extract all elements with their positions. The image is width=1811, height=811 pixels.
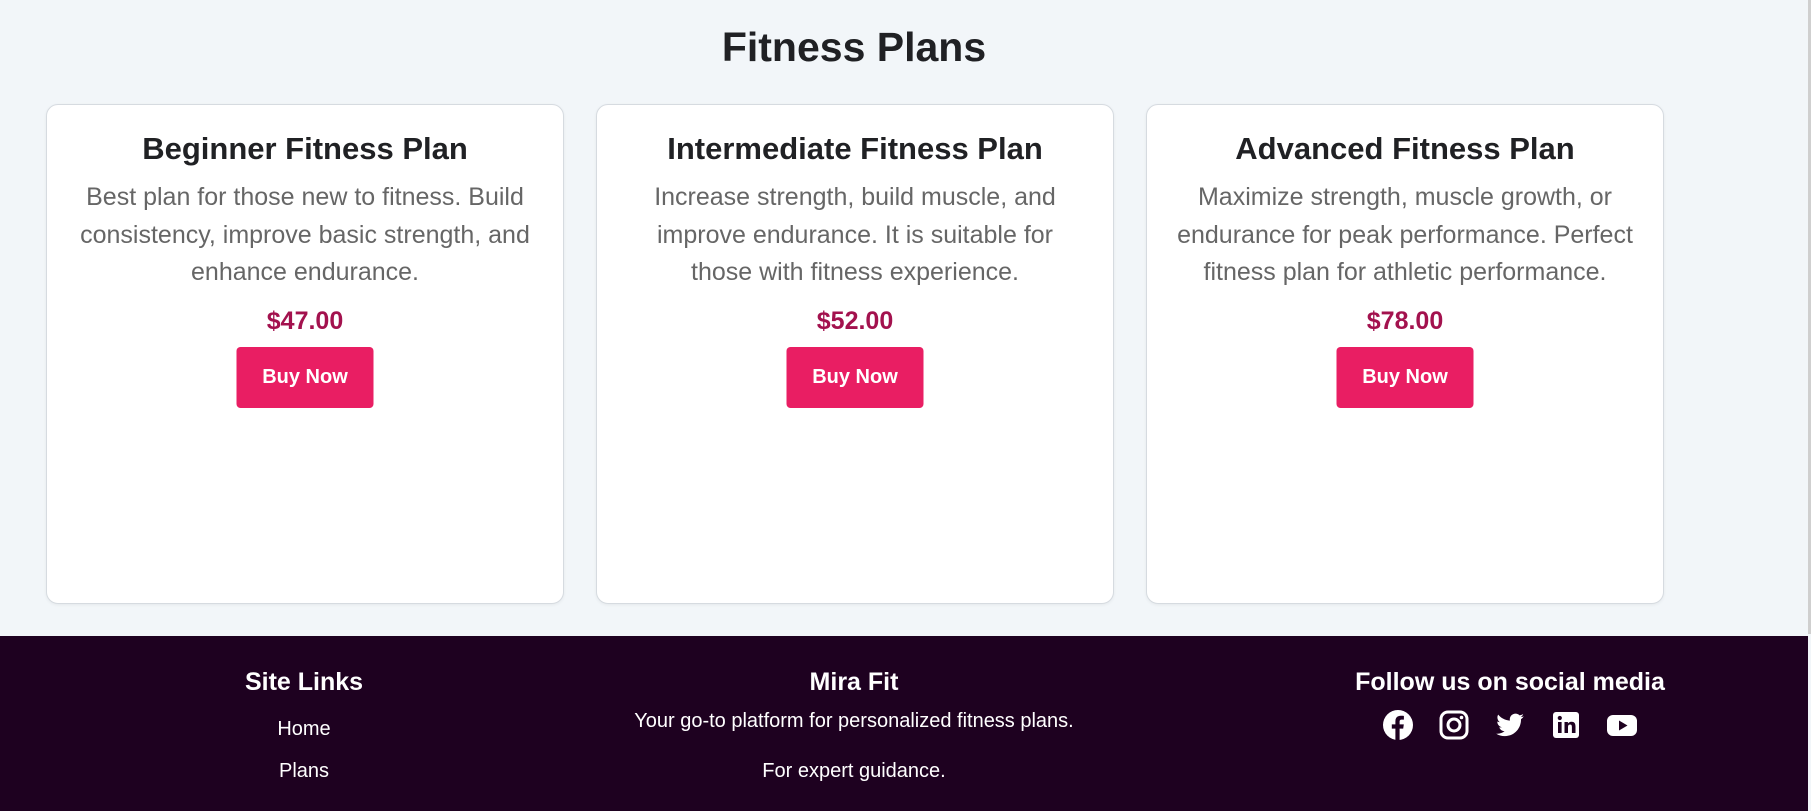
footer-site-links: Site Links Home Plans xyxy=(204,668,404,783)
plan-title: Intermediate Fitness Plan xyxy=(667,131,1043,166)
social-icons xyxy=(1320,709,1700,741)
plan-description: Increase strength, build muscle, and imp… xyxy=(654,183,1056,286)
plan-card-advanced: Advanced Fitness Plan Maximize strength,… xyxy=(1146,104,1664,604)
brand-note: For expert guidance. xyxy=(762,760,946,782)
footer-links-heading: Site Links xyxy=(244,668,364,696)
footer-link-plans[interactable]: Plans xyxy=(204,759,404,783)
plan-card-beginner: Beginner Fitness Plan Best plan for thos… xyxy=(46,104,564,604)
twitter-icon[interactable] xyxy=(1494,709,1526,741)
plan-description: Best plan for those new to fitness. Buil… xyxy=(80,183,530,286)
plan-price: $78.00 xyxy=(1366,307,1444,335)
plan-title: Advanced Fitness Plan xyxy=(1235,131,1575,166)
footer-social: Follow us on social media xyxy=(1320,668,1700,741)
linkedin-icon[interactable] xyxy=(1550,709,1582,741)
buy-now-button[interactable]: Buy Now xyxy=(786,347,924,408)
plan-card-intermediate: Intermediate Fitness Plan Increase stren… xyxy=(596,104,1114,604)
plan-price: $52.00 xyxy=(816,307,894,335)
footer-brand: Mira Fit Your go-to platform for persona… xyxy=(554,668,1154,783)
footer-link-home[interactable]: Home xyxy=(204,717,404,741)
buy-now-button[interactable]: Buy Now xyxy=(236,347,374,408)
site-footer: Site Links Home Plans Mira Fit Your go-t… xyxy=(0,636,1808,811)
page-title: Fitness Plans xyxy=(721,24,987,70)
brand-name: Mira Fit xyxy=(809,668,899,696)
youtube-icon[interactable] xyxy=(1606,709,1638,741)
plan-title: Beginner Fitness Plan xyxy=(142,131,468,166)
plan-description: Maximize strength, muscle growth, or end… xyxy=(1177,183,1633,286)
instagram-icon[interactable] xyxy=(1438,709,1470,741)
social-heading: Follow us on social media xyxy=(1355,668,1665,696)
facebook-icon[interactable] xyxy=(1382,709,1414,741)
brand-tagline: Your go-to platform for personalized fit… xyxy=(634,710,1074,732)
plan-price: $47.00 xyxy=(266,307,344,335)
buy-now-button[interactable]: Buy Now xyxy=(1336,347,1474,408)
